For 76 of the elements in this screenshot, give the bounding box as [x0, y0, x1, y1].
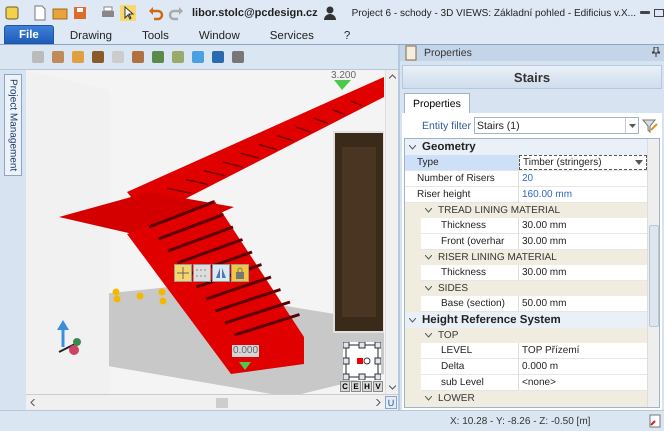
view-button[interactable]: V [373, 381, 383, 392]
collapse-chevron-icon[interactable] [425, 255, 432, 260]
new-file-icon[interactable] [32, 5, 48, 21]
ribbon-tab[interactable]: ? [330, 27, 364, 44]
object-title: Stairs [402, 65, 662, 89]
property-value[interactable]: TOP Přízemí [519, 343, 647, 358]
category-title: Height Reference System [422, 314, 561, 326]
view-cube-icon[interactable] [342, 342, 380, 380]
category-header[interactable]: Geometry [405, 139, 647, 155]
collapse-chevron-icon[interactable] [425, 396, 432, 401]
pointer-icon[interactable] [120, 5, 136, 21]
user-email: libor.stolc@pcdesign.cz [192, 7, 318, 19]
view-button[interactable]: E [351, 381, 361, 392]
lock-icon[interactable] [231, 264, 249, 282]
property-value[interactable]: Timber (stringers) [519, 155, 647, 170]
entity-filter-dropdown[interactable]: Stairs (1) [474, 117, 639, 134]
property-group-header[interactable]: SIDES [421, 281, 647, 296]
group-title: RISER LINING MATERIAL [438, 252, 557, 263]
property-group-header[interactable]: TREAD LINING MATERIAL [421, 203, 647, 218]
property-value[interactable]: <none> [519, 375, 647, 390]
mirror-icon[interactable] [212, 264, 230, 282]
view-button[interactable]: C [340, 381, 350, 392]
category-header[interactable]: Height Reference System [405, 312, 647, 328]
user-icon[interactable] [322, 5, 338, 21]
panel-title: Properties [424, 47, 472, 59]
property-group-header[interactable]: TOP [421, 328, 647, 343]
dropdown-arrow-icon[interactable] [635, 160, 643, 165]
property-value[interactable]: 50.00 mm [519, 296, 647, 311]
property-group-header[interactable]: LOWER [421, 391, 647, 406]
filter-label: Entity filter [422, 120, 472, 132]
scroll-left-icon[interactable] [30, 399, 35, 406]
group-title: TREAD LINING MATERIAL [438, 205, 560, 216]
pin-icon[interactable] [652, 46, 660, 60]
property-value[interactable]: 30.00 mm [519, 265, 647, 280]
property-value[interactable]: 0.000 m [519, 359, 647, 374]
ribbon-tab[interactable]: Window [184, 27, 254, 44]
collapse-chevron-icon[interactable] [409, 144, 416, 150]
collapse-chevron-icon[interactable] [425, 286, 432, 291]
collapse-chevron-icon[interactable] [425, 333, 432, 338]
scroll-up-icon[interactable] [388, 74, 396, 79]
property-value[interactable]: 160.00 mm [519, 187, 647, 202]
group-title: TOP [438, 330, 458, 341]
property-value[interactable]: 30.00 mm [519, 218, 647, 233]
window-title: Project 6 - schody - 3D VIEWS: Základní pohled - Edificius v.X... [352, 8, 636, 18]
level-label: 3.200 [330, 70, 358, 82]
coordinates-readout: X: 10.28 - Y: -8.26 - Z: -0.50 [m] [450, 416, 592, 426]
dropdown-arrow-icon[interactable] [625, 118, 638, 133]
ribbon-tab[interactable]: File [4, 25, 54, 44]
app-logo-icon[interactable] [4, 5, 20, 21]
collapse-chevron-icon[interactable] [425, 208, 432, 213]
filter-edit-icon[interactable] [642, 118, 658, 134]
collapse-chevron-icon[interactable] [409, 318, 416, 322]
scroll-down-icon[interactable] [388, 385, 396, 390]
property-value[interactable]: 20 [519, 171, 647, 186]
side-panel-tab[interactable]: Project Management [4, 74, 22, 176]
ribbon-tab[interactable]: Services [256, 27, 328, 44]
grid-icon[interactable] [193, 264, 211, 282]
group-title: SIDES [438, 283, 468, 294]
undo-icon[interactable] [148, 5, 164, 21]
scrollbar-thumb[interactable] [216, 398, 228, 408]
move-icon[interactable] [174, 264, 192, 282]
property-value[interactable]: 30.00 mm [519, 234, 647, 249]
panel-tab[interactable]: Properties [404, 93, 470, 113]
ribbon-tab[interactable]: Tools [128, 27, 183, 44]
property-group-header[interactable]: RISER LINING MATERIAL [421, 250, 647, 265]
category-title: Geometry [422, 141, 476, 153]
scroll-right-icon[interactable] [376, 399, 381, 406]
corner-button[interactable]: U [385, 396, 397, 409]
property-label: Type [405, 155, 519, 170]
group-title: LOWER [438, 393, 475, 404]
ribbon-tab[interactable]: Drawing [56, 27, 126, 44]
level-label: 0.000 [232, 345, 260, 357]
restore-icon[interactable] [654, 6, 664, 20]
scrollbar-thumb[interactable] [648, 225, 658, 327]
view-button[interactable]: H [362, 381, 372, 392]
save-icon[interactable] [72, 5, 88, 21]
